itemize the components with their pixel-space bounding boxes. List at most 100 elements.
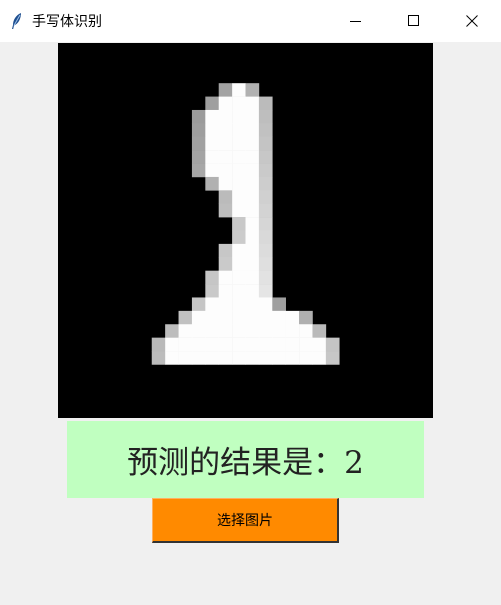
digit-pixel [245, 284, 260, 298]
digit-pixel [218, 324, 233, 338]
digit-pixel [258, 203, 273, 218]
digit-pixel [245, 297, 260, 312]
digit-pixel [205, 337, 220, 352]
digit-pixel [245, 270, 260, 285]
digit-pixel [218, 150, 233, 164]
digit-pixel [245, 83, 260, 97]
digit-pixel [299, 310, 313, 325]
digit-pixel [232, 217, 246, 231]
digit-pixel [232, 83, 246, 97]
digit-pixel [205, 136, 220, 151]
digit-pixel [245, 257, 260, 271]
digit-pixel [245, 310, 260, 325]
digit-pixel [258, 96, 273, 111]
digit-pixel [245, 96, 260, 111]
digit-pixel [165, 324, 179, 338]
digit-pixel [191, 297, 206, 312]
digit-pixel [245, 351, 260, 365]
title-bar[interactable]: 手写体识别 [0, 0, 501, 42]
digit-image [58, 43, 433, 418]
digit-pixel [285, 324, 300, 338]
digit-pixel [258, 351, 273, 365]
digit-pixel [245, 109, 260, 124]
digit-pixel [205, 109, 220, 124]
digit-pixel [205, 176, 220, 191]
digit-pixel [232, 351, 246, 365]
digit-pixel [232, 270, 246, 285]
digit-pixel [178, 324, 193, 338]
digit-pixel [245, 150, 260, 164]
digit-pixel [205, 270, 220, 285]
maximize-button[interactable] [385, 0, 443, 42]
digit-pixel [258, 310, 273, 325]
digit-pixel [312, 351, 327, 365]
prediction-result: 预测的结果是：2 [127, 445, 364, 481]
digit-pixel [218, 190, 233, 205]
digit-pixel [232, 163, 246, 178]
digit-pixel [272, 337, 286, 352]
digit-pixel [191, 109, 206, 124]
digit-pixel [232, 136, 246, 151]
digit-pixel [232, 257, 246, 271]
digit-pixel [232, 96, 246, 111]
digit-pixel [258, 163, 273, 178]
digit-pixel [205, 324, 220, 338]
digit-pixel [258, 217, 273, 231]
digit-pixel [218, 123, 233, 138]
digit-pixel [205, 310, 220, 325]
digit-pixel [191, 337, 206, 352]
digit-pixel [151, 351, 166, 365]
digit-pixel [191, 136, 206, 151]
select-image-button[interactable]: 选择图片 [152, 498, 339, 543]
digit-pixel [178, 310, 193, 325]
digit-pixel [232, 243, 246, 258]
digit-pixel [285, 310, 300, 325]
digit-pixel [245, 217, 260, 231]
close-icon [466, 15, 478, 27]
digit-pixel [218, 337, 233, 352]
digit-pixel [205, 351, 220, 365]
digit-pixel [258, 243, 273, 258]
digit-pixel [205, 123, 220, 138]
digit-pixel [218, 243, 233, 258]
digit-pixel [245, 243, 260, 258]
digit-pixel [258, 136, 273, 151]
digit-pixel [218, 270, 233, 285]
close-button[interactable] [443, 0, 501, 42]
digit-pixel [272, 310, 286, 325]
digit-pixel [272, 351, 286, 365]
digit-pixel [245, 190, 260, 205]
digit-pixel [165, 351, 179, 365]
digit-pixel [272, 324, 286, 338]
digit-pixel [191, 150, 206, 164]
digit-pixel [258, 176, 273, 191]
digit-pixel [245, 176, 260, 191]
digit-pixel [258, 337, 273, 352]
digit-pixel [218, 257, 233, 271]
digit-pixel [218, 109, 233, 124]
digit-pixel [272, 297, 286, 312]
digit-pixel [325, 337, 340, 352]
minimize-icon [350, 21, 361, 22]
digit-pixel [258, 230, 273, 245]
digit-pixel [218, 351, 233, 365]
feather-icon [6, 10, 28, 32]
digit-pixel [312, 337, 327, 352]
digit-pixel [165, 337, 179, 352]
digit-pixel [218, 310, 233, 325]
digit-pixel [258, 257, 273, 271]
digit-pixel [232, 297, 246, 312]
digit-pixel [191, 123, 206, 138]
digit-pixel [232, 150, 246, 164]
digit-pixel [218, 284, 233, 298]
digit-pixel [299, 337, 313, 352]
minimize-button[interactable] [327, 0, 385, 42]
digit-pixel [151, 337, 166, 352]
digit-pixel [232, 324, 246, 338]
digit-pixel [285, 337, 300, 352]
digit-pixel [258, 297, 273, 312]
digit-pixel [312, 324, 327, 338]
digit-pixel [232, 203, 246, 218]
digit-pixel [325, 351, 340, 365]
digit-pixel [218, 83, 233, 97]
